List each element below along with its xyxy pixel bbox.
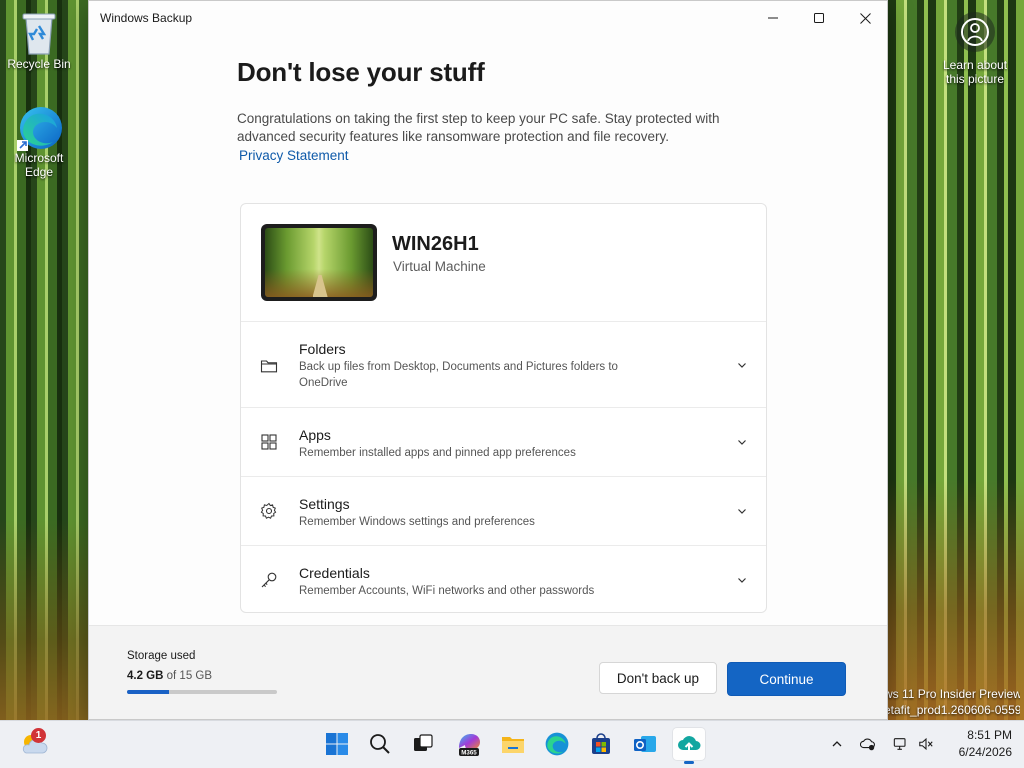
recycle-bin-icon — [17, 10, 61, 55]
storage-value: 4.2 GB of 15 GB — [127, 670, 212, 682]
gear-icon — [260, 502, 277, 519]
close-icon — [859, 12, 871, 24]
title-bar[interactable]: Windows Backup — [89, 1, 887, 35]
taskbar-clock[interactable]: 8:51 PM 6/24/2026 — [944, 727, 1012, 761]
notification-badge: 1 — [31, 728, 46, 743]
chevron-down-icon — [738, 440, 746, 445]
file-explorer-button[interactable] — [497, 728, 529, 760]
page-title: Don't lose your stuff — [237, 57, 485, 87]
device-name: WIN26H1 — [392, 233, 479, 255]
speaker-muted-icon — [919, 737, 933, 751]
outlook-button[interactable] — [629, 728, 661, 760]
section-description: Remember installed apps and pinned app p… — [299, 447, 576, 459]
file-explorer-icon — [502, 737, 524, 753]
section-description: Remember Accounts, WiFi networks and oth… — [299, 585, 595, 597]
minimize-icon — [768, 17, 778, 19]
bamboo-right — [888, 0, 1024, 720]
watermark-line-1: ws 11 Pro Insider Preview — [884, 687, 1020, 701]
learn-about-picture[interactable]: Learn about this picture — [934, 12, 1016, 86]
windows-backup-taskbar-button[interactable] — [673, 728, 705, 760]
section-description: Back up files from Desktop, Documents an… — [299, 361, 618, 389]
m365-copilot-button[interactable]: M365 — [453, 728, 485, 760]
section-description: Remember Windows settings and preference… — [299, 516, 535, 528]
main-content: Don't lose your stuff Congratulations on… — [237, 57, 767, 165]
storage-used: 4.2 GB — [127, 670, 164, 682]
privacy-statement-link[interactable]: Privacy Statement — [239, 148, 349, 163]
task-view-button[interactable] — [407, 728, 439, 760]
windows-backup-icon — [678, 736, 701, 753]
windows-backup-window: Windows Backup Don't lose your stuff Con… — [88, 0, 888, 720]
watermark-line-2: etafit_prod1.260606-0559 — [884, 703, 1020, 717]
chevron-down-icon — [738, 363, 746, 368]
minimize-button[interactable] — [750, 1, 796, 35]
network-tray-button[interactable] — [893, 736, 909, 752]
intro-text: Congratulations on taking the first step… — [237, 111, 720, 144]
device-wallpaper-preview — [265, 228, 373, 297]
section-title: Apps — [299, 427, 331, 443]
start-button[interactable] — [321, 728, 353, 760]
device-type: Virtual Machine — [393, 259, 486, 274]
volume-tray-button[interactable] — [918, 736, 934, 752]
maximize-icon — [814, 13, 824, 23]
section-title: Credentials — [299, 565, 370, 581]
store-icon — [592, 733, 610, 754]
continue-button[interactable]: Continue — [727, 662, 846, 696]
m365-label: M365 — [461, 750, 477, 757]
store-button[interactable] — [585, 728, 617, 760]
onedrive-tray-button[interactable] — [860, 736, 876, 752]
chevron-up-icon — [832, 741, 842, 747]
cloud-sync-icon — [860, 738, 875, 751]
storage-total: of 15 GB — [166, 670, 213, 682]
apps-icon — [261, 434, 277, 450]
build-watermark: ws 11 Pro Insider Preview etafit_prod1.2… — [884, 686, 1020, 718]
backup-options-card: WIN26H1 Virtual Machine Folders Back up … — [240, 203, 767, 613]
key-icon — [261, 572, 277, 588]
device-thumbnail — [261, 224, 377, 301]
desktop-icon-label: Recycle Bin — [7, 57, 71, 71]
window-title: Windows Backup — [100, 11, 193, 25]
edge-icon — [17, 104, 62, 151]
search-icon — [370, 734, 390, 754]
storage-label: Storage used — [127, 650, 196, 662]
camera-info-icon — [955, 12, 995, 52]
chevron-down-icon — [738, 509, 746, 514]
section-apps[interactable]: Apps Remember installed apps and pinned … — [241, 408, 766, 477]
desktop-icon-recycle-bin[interactable]: Recycle Bin — [1, 10, 77, 71]
device-summary: WIN26H1 Virtual Machine — [241, 204, 766, 322]
dont-back-up-button[interactable]: Don't back up — [599, 662, 717, 694]
m365-copilot-icon: M365 — [459, 734, 480, 757]
section-title: Settings — [299, 496, 350, 512]
edge-icon — [545, 732, 569, 756]
edge-taskbar-button[interactable] — [541, 728, 573, 760]
desktop-icon-edge[interactable]: Microsoft Edge — [1, 104, 77, 179]
chevron-down-icon — [738, 578, 746, 583]
close-button[interactable] — [842, 1, 888, 35]
start-icon — [326, 733, 348, 755]
footer-bar: Storage used 4.2 GB of 15 GB Don't back … — [89, 625, 887, 719]
storage-progress-fill — [127, 690, 169, 694]
section-settings[interactable]: Settings Remember Windows settings and p… — [241, 477, 766, 546]
clock-time: 8:51 PM — [967, 728, 1012, 742]
show-hidden-icons-button[interactable] — [829, 736, 845, 752]
folder-icon — [260, 360, 278, 373]
section-credentials[interactable]: Credentials Remember Accounts, WiFi netw… — [241, 546, 766, 612]
taskbar-search-button[interactable] — [364, 728, 396, 760]
task-view-icon — [414, 734, 433, 751]
learn-label: Learn about this picture — [942, 58, 1008, 86]
desktop-icon-label: Microsoft Edge — [14, 151, 64, 179]
network-icon — [893, 738, 906, 750]
section-folders[interactable]: Folders Back up files from Desktop, Docu… — [241, 322, 766, 408]
outlook-icon — [634, 736, 656, 752]
maximize-button[interactable] — [796, 1, 842, 35]
active-app-indicator — [684, 761, 694, 764]
section-title: Folders — [299, 341, 346, 357]
storage-progress-bar — [127, 690, 277, 694]
clock-date: 6/24/2026 — [958, 745, 1012, 759]
